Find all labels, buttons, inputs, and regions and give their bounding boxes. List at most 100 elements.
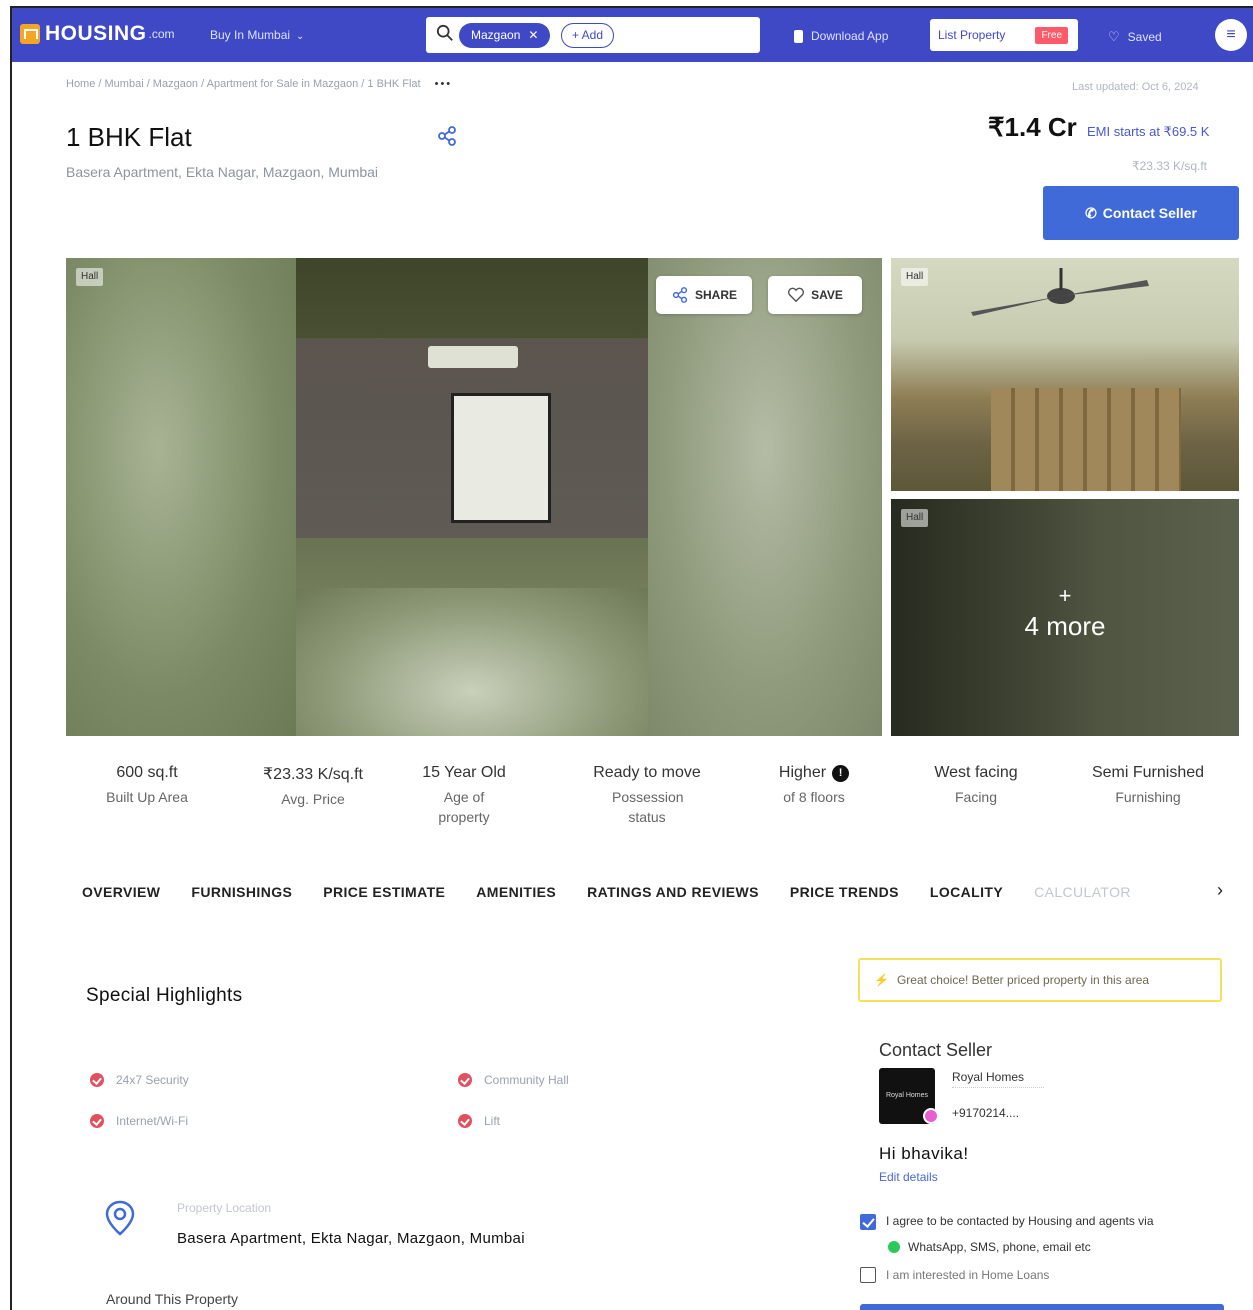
page-frame: HOUSING .com Buy In Mumbai ⌄ Mazgaon ✕ + A… bbox=[10, 6, 1253, 1310]
share-label: SHARE bbox=[694, 288, 737, 302]
search-chip-locality[interactable]: Mazgaon ✕ bbox=[459, 23, 551, 48]
main-photo[interactable]: Hall SHARE SAVE bbox=[66, 258, 882, 736]
photo-tag: Hall bbox=[76, 268, 104, 286]
housing-logo[interactable]: HOUSING .com bbox=[20, 22, 175, 46]
stat-label: Built Up Area bbox=[106, 789, 188, 805]
stat-value: Higher bbox=[778, 764, 827, 781]
highlight-item: 24x7 Security bbox=[90, 1073, 189, 1087]
contact-seller-heading: Contact Seller bbox=[879, 1040, 993, 1060]
home-loans-checkbox[interactable] bbox=[860, 1267, 876, 1283]
list-property-label: List Property bbox=[938, 28, 1006, 42]
tab-price-estimate[interactable]: PRICE ESTIMATE bbox=[323, 884, 445, 900]
download-app-link[interactable]: Download App bbox=[794, 29, 888, 43]
tab-locality[interactable]: LOCALITY bbox=[930, 884, 1003, 900]
agree-checkbox[interactable] bbox=[860, 1214, 876, 1230]
page-title: 1 BHK Flat bbox=[66, 122, 192, 152]
tab-calculator[interactable]: CALCULATOR bbox=[1034, 884, 1131, 900]
more-photos-thumbnail[interactable]: Hall + 4 more bbox=[891, 499, 1239, 736]
phone-call-icon: ✆ bbox=[1085, 205, 1097, 221]
agree-checkbox-row[interactable]: I agree to be contacted by Housing and a… bbox=[860, 1214, 1154, 1230]
logo-text: HOUSING bbox=[45, 22, 147, 45]
breadcrumb[interactable]: Home / Mumbai / Mazgaon / Apartment for … bbox=[66, 78, 452, 90]
saved-link[interactable]: ♡ Saved bbox=[1108, 29, 1162, 45]
gallery-save-button[interactable]: SAVE bbox=[768, 276, 862, 314]
seller-subtitle bbox=[952, 1087, 1044, 1089]
stat-possession: Ready to move Possession status bbox=[572, 764, 722, 827]
share-icon[interactable] bbox=[437, 126, 457, 146]
top-navbar: HOUSING .com Buy In Mumbai ⌄ Mazgaon ✕ + A… bbox=[12, 8, 1253, 62]
stat-value: Semi Furnished bbox=[1091, 764, 1205, 781]
lightning-icon: ⚡ bbox=[874, 973, 889, 987]
chevron-right-icon[interactable]: › bbox=[1217, 880, 1223, 901]
info-icon[interactable]: ! bbox=[832, 765, 850, 782]
stat-label: Possession status bbox=[612, 789, 684, 825]
contact-seller-button[interactable]: ✆ Contact Seller bbox=[1043, 186, 1239, 240]
highlight-label: 24x7 Security bbox=[116, 1073, 189, 1087]
stat-value: West facing bbox=[934, 764, 1018, 781]
share-icon bbox=[672, 287, 688, 303]
stat-built-up-area: 600 sq.ft Built Up Area bbox=[72, 764, 222, 807]
tab-ratings-reviews[interactable]: RATINGS AND REVIEWS bbox=[587, 884, 759, 900]
buy-in-label: Buy In Mumbai bbox=[210, 28, 291, 42]
add-locality-button[interactable]: + Add bbox=[561, 23, 615, 48]
agree-channels-text: WhatsApp, SMS, phone, email etc bbox=[908, 1240, 1091, 1254]
location-value: Basera Apartment, Ekta Nagar, Mazgaon, M… bbox=[177, 1230, 525, 1247]
photo-ac-unit bbox=[428, 346, 518, 368]
stat-floor: Higher! of 8 floors bbox=[739, 764, 889, 807]
stat-value: 600 sq.ft bbox=[116, 764, 178, 781]
photo-panel-right bbox=[648, 258, 882, 736]
house-logo-icon bbox=[20, 24, 40, 44]
tab-amenities[interactable]: AMENITIES bbox=[476, 884, 556, 900]
submit-button[interactable] bbox=[860, 1304, 1224, 1310]
edit-details-link[interactable]: Edit details bbox=[879, 1170, 938, 1184]
gallery-share-button[interactable]: SHARE bbox=[656, 276, 752, 314]
check-badge-icon bbox=[90, 1114, 104, 1128]
list-property-button[interactable]: List Property Free bbox=[930, 19, 1078, 51]
whatsapp-icon bbox=[888, 1241, 900, 1253]
plus-icon: + bbox=[1058, 583, 1072, 608]
agree-text: I agree to be contacted by Housing and a… bbox=[886, 1214, 1154, 1228]
user-greeting: Hi bhavika! bbox=[879, 1144, 969, 1163]
contact-seller-label: Contact Seller bbox=[1102, 205, 1197, 221]
check-badge-icon bbox=[458, 1073, 472, 1087]
stat-age: 15 Year Old Age of property bbox=[404, 764, 524, 827]
highlight-label: Lift bbox=[484, 1114, 501, 1128]
close-icon[interactable]: ✕ bbox=[528, 28, 538, 42]
photo-tag: Hall bbox=[901, 268, 929, 286]
saved-label: Saved bbox=[1127, 30, 1162, 44]
highlight-item: Internet/Wi-Fi bbox=[90, 1114, 188, 1128]
chevron-down-icon: ⌄ bbox=[296, 31, 305, 42]
tab-price-trends[interactable]: PRICE TRENDS bbox=[790, 884, 899, 900]
seller-name: Royal Homes bbox=[952, 1070, 1025, 1084]
search-box[interactable]: Mazgaon ✕ + Add bbox=[426, 17, 760, 53]
more-photos-count: 4 more bbox=[1024, 611, 1106, 641]
stat-label: Furnishing bbox=[1115, 789, 1181, 805]
breadcrumb-more-icon[interactable]: ••• bbox=[435, 78, 453, 90]
phone-icon bbox=[794, 29, 803, 43]
home-loans-text: I am interested in Home Loans bbox=[886, 1268, 1050, 1282]
seller-phone: +9170214.... bbox=[952, 1106, 1020, 1120]
last-updated: Last updated: Oct 6, 2024 bbox=[1072, 81, 1199, 93]
location-pin-icon bbox=[105, 1200, 135, 1236]
tab-furnishings[interactable]: FURNISHINGS bbox=[191, 884, 292, 900]
home-loans-checkbox-row[interactable]: I am interested in Home Loans bbox=[860, 1267, 1049, 1283]
hamburger-menu-icon[interactable]: ≡ bbox=[1215, 19, 1247, 51]
search-icon[interactable] bbox=[436, 24, 454, 42]
price-per-sqft: ₹23.33 K/sq.ft bbox=[1132, 159, 1208, 173]
emi-link[interactable]: EMI starts at ₹69.5 K bbox=[1087, 124, 1209, 140]
gallery-thumbnail[interactable]: Hall bbox=[891, 258, 1239, 491]
save-label: SAVE bbox=[811, 288, 843, 302]
property-address: Basera Apartment, Ekta Nagar, Mazgaon, M… bbox=[66, 164, 379, 180]
stat-furnishing: Semi Furnished Furnishing bbox=[1073, 764, 1223, 807]
breadcrumb-path[interactable]: Home / Mumbai / Mazgaon / Apartment for … bbox=[66, 78, 421, 90]
stat-label: of 8 floors bbox=[783, 789, 845, 805]
logo-domain: .com bbox=[148, 27, 175, 41]
tab-overview[interactable]: OVERVIEW bbox=[82, 884, 160, 900]
stat-value: Ready to move bbox=[593, 764, 701, 781]
heart-icon: ♡ bbox=[1108, 29, 1120, 44]
stat-facing: West facing Facing bbox=[901, 764, 1051, 807]
highlight-label: Internet/Wi-Fi bbox=[116, 1114, 189, 1128]
photo-tag: Hall bbox=[901, 509, 929, 527]
heart-icon bbox=[788, 287, 805, 303]
buy-in-city-dropdown[interactable]: Buy In Mumbai ⌄ bbox=[210, 28, 304, 42]
